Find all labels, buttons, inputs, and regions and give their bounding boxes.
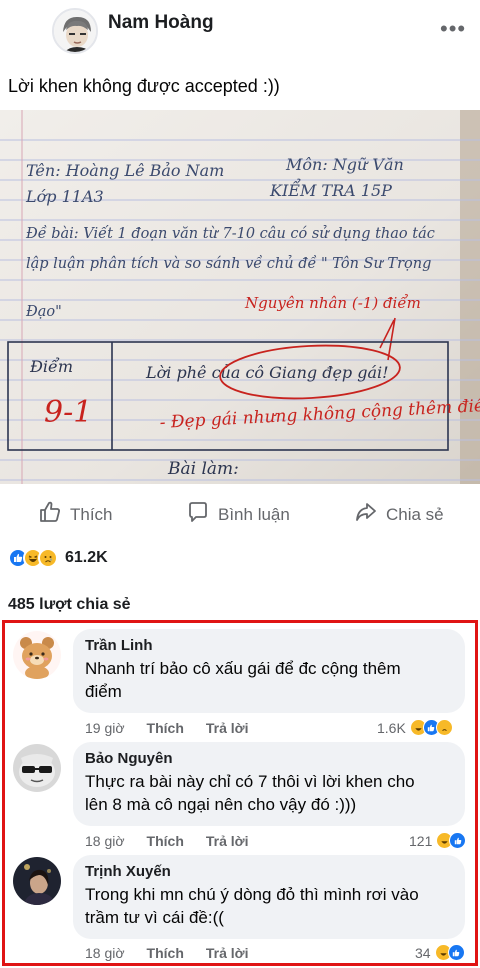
comment-text-line: trầm tư vì cái đề:(( [85, 908, 224, 927]
comment-label: Lời phê của cô Giang đẹp gái! [145, 363, 389, 382]
work-label: Bài làm: [167, 459, 239, 479]
reaction-count: 61.2K [65, 549, 108, 566]
post-action-bar: Thích Bình luận Chia sẻ [0, 488, 480, 534]
subject-line: Môn: Ngữ Văn [285, 155, 404, 174]
comment-reaction-summary[interactable]: 1.6K [377, 719, 453, 736]
commenter-name[interactable]: Bảo Nguyên [85, 750, 453, 767]
comment-reaction-summary[interactable]: 121 [409, 832, 467, 849]
test-paper-illustration: Tên: Hoàng Lê Bảo Nam Lớp 11A3 Môn: Ngữ … [0, 110, 480, 484]
prompt-line-2: lập luận phân tích và so sánh về chủ đề … [26, 255, 431, 272]
comment-text-line: Trong khi mn chú ý dòng đỏ thì mình rơi … [85, 885, 419, 904]
sad-reaction-icon [435, 719, 453, 736]
commenter-avatar[interactable] [13, 744, 61, 792]
share-arrow-icon [354, 500, 378, 529]
student-name-line: Tên: Hoàng Lê Bảo Nam [26, 161, 224, 180]
sad-reaction-icon [38, 548, 58, 568]
comment-text-line: Thực ra bài này chỉ có 7 thôi vì lời khe… [85, 772, 415, 791]
post-header: Nam Hoàng ••• [0, 0, 480, 62]
prompt-line-3: Đạo" [25, 304, 62, 320]
test-type-line: KIỂM TRA 15P [269, 178, 392, 200]
post-caption: Lời khen không được accepted :)) [8, 76, 280, 96]
author-name[interactable]: Nam Hoàng [108, 12, 214, 34]
comment-reaction-count: 34 [415, 944, 431, 961]
comment-button-label: Bình luận [218, 504, 290, 524]
speech-bubble-icon [186, 500, 210, 529]
comment-meta: 18 giờ Thích Trả lời [85, 833, 271, 849]
commenter-name[interactable]: Trịnh Xuyến [85, 863, 453, 880]
commenter-avatar[interactable] [13, 631, 61, 679]
comment-bubble[interactable]: Trịnh Xuyến Trong khi mn chú ý dòng đỏ t… [73, 855, 465, 939]
comment-time: 19 giờ [85, 720, 125, 736]
deduction-note: Nguyên nhân (-1) điểm [244, 294, 421, 312]
comment-meta: 18 giờ Thích Trả lời [85, 945, 271, 961]
comment-like-button[interactable]: Thích [147, 945, 184, 961]
more-dots-icon[interactable]: ••• [440, 16, 466, 42]
like-reaction-icon [449, 832, 467, 849]
comment-text-line: lên 8 mà cô ngại nên cho vậy đó :))) [85, 795, 357, 814]
comment-text-line: Nhanh trí bảo cô xấu gái để đc cộng thêm [85, 659, 401, 678]
commenter-avatar[interactable] [13, 857, 61, 905]
comment-reaction-count: 1.6K [377, 719, 406, 736]
share-count[interactable]: 485 lượt chia sẻ [8, 596, 131, 614]
comment-bubble[interactable]: Bảo Nguyên Thực ra bài này chỉ có 7 thôi… [73, 742, 465, 826]
comment-time: 18 giờ [85, 945, 125, 961]
comment-like-button[interactable]: Thích [147, 720, 184, 736]
comment-text-line: điểm [85, 682, 122, 701]
comment-reaction-count: 121 [409, 832, 433, 849]
thumbs-up-icon [38, 500, 62, 529]
comment-reaction-summary[interactable]: 34 [415, 944, 465, 961]
score-value: 9-1 [44, 395, 92, 430]
reaction-summary[interactable]: 61.2K [8, 546, 108, 570]
comment-meta: 19 giờ Thích Trả lời [85, 720, 271, 736]
comment-bubble[interactable]: Trần Linh Nhanh trí bảo cô xấu gái để đc… [73, 629, 465, 713]
comment-reply-button[interactable]: Trả lời [206, 720, 249, 736]
score-label: Điểm [29, 357, 73, 376]
post-photo[interactable]: Tên: Hoàng Lê Bảo Nam Lớp 11A3 Môn: Ngữ … [0, 110, 480, 484]
comment-reply-button[interactable]: Trả lời [206, 945, 249, 961]
prompt-line-1: Đề bài: Viết 1 đoạn văn từ 7-10 câu có s… [25, 225, 435, 242]
comment-button[interactable]: Bình luận [186, 500, 290, 529]
like-button[interactable]: Thích [38, 500, 113, 529]
like-reaction-icon [447, 944, 465, 961]
share-button[interactable]: Chia sẻ [354, 500, 444, 529]
author-avatar[interactable] [52, 8, 98, 54]
like-button-label: Thích [70, 504, 113, 524]
comment-reply-button[interactable]: Trả lời [206, 833, 249, 849]
commenter-name[interactable]: Trần Linh [85, 637, 453, 654]
highlighted-comments: Trần Linh Nhanh trí bảo cô xấu gái để đc… [2, 620, 478, 966]
comment-like-button[interactable]: Thích [147, 833, 184, 849]
student-class-line: Lớp 11A3 [25, 187, 104, 206]
comment-time: 18 giờ [85, 833, 125, 849]
share-button-label: Chia sẻ [386, 504, 444, 524]
